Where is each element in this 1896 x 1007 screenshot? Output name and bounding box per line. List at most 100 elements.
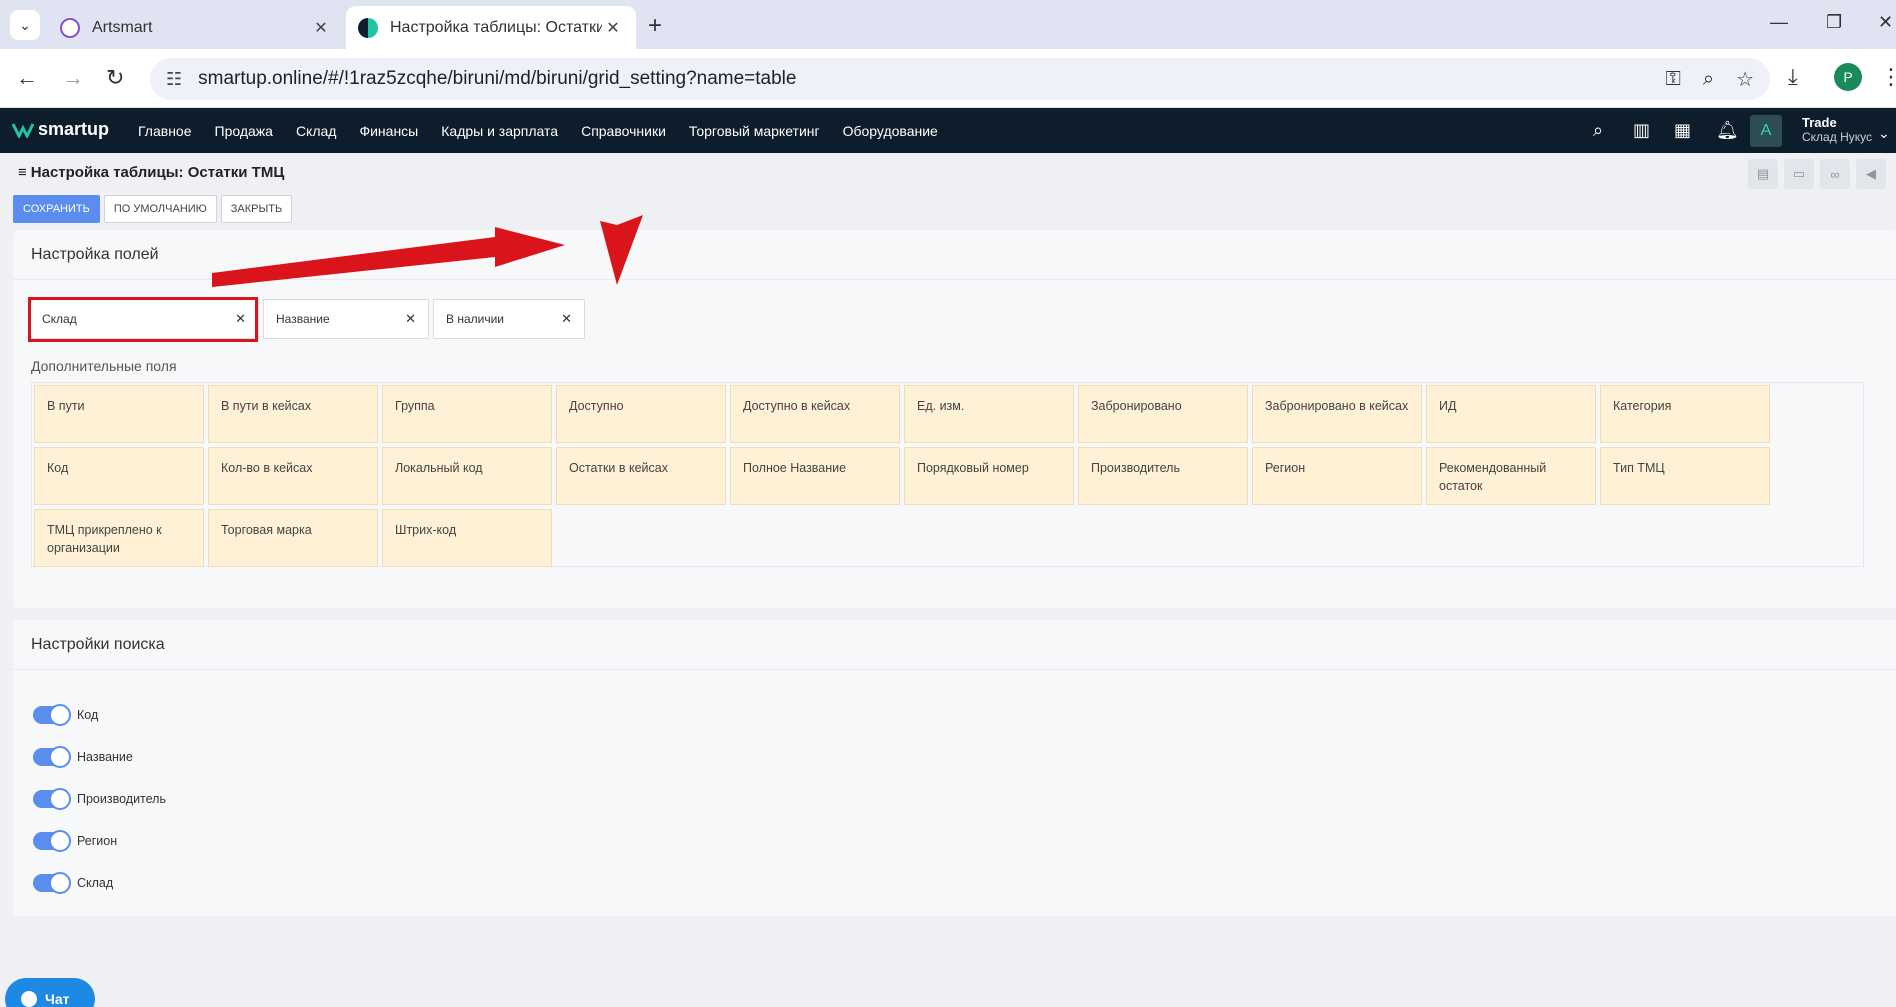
reload-icon[interactable]: ↻ — [106, 65, 124, 91]
extra-field-item[interactable]: ТМЦ прикреплено к организации — [34, 509, 204, 567]
chat-label: Чат — [45, 991, 70, 1007]
hamburger-icon[interactable]: ≡ — [18, 164, 27, 181]
app-top-nav: smartup Главное Продажа Склад Финансы Ка… — [0, 108, 1896, 153]
restore-window-icon[interactable]: ❐ — [1826, 12, 1842, 33]
toggle-switch[interactable] — [33, 704, 71, 726]
browser-tab-artsmart[interactable]: Artsmart ✕ — [48, 6, 344, 49]
toggle-label: Производитель — [77, 792, 166, 806]
search-icon[interactable]: ⌕ — [1593, 120, 1603, 141]
extra-field-item[interactable]: Кол-во в кейсах — [208, 447, 378, 505]
menu-item-trade-marketing[interactable]: Торговый маркетинг — [689, 123, 820, 139]
extra-field-item[interactable]: Остатки в кейсах — [556, 447, 726, 505]
save-button[interactable]: Сохранить — [13, 195, 100, 223]
extra-field-item[interactable]: Доступно в кейсах — [730, 385, 900, 443]
user-avatar[interactable]: A — [1750, 115, 1782, 147]
apps-grid-icon[interactable]: ▦ — [1674, 120, 1691, 141]
extra-field-item[interactable]: Порядковый номер — [904, 447, 1074, 505]
user-switcher[interactable]: Trade Склад Нукус ⌄ — [1802, 115, 1890, 144]
calendar-icon[interactable]: ▤ — [1748, 159, 1778, 189]
search-toggle-row: Код — [33, 694, 166, 736]
toggle-switch[interactable] — [33, 830, 71, 852]
menu-item-hr[interactable]: Кадры и зарплата — [441, 123, 558, 139]
extra-field-item[interactable]: Забронировано в кейсах — [1252, 385, 1422, 443]
toggle-switch[interactable] — [33, 788, 71, 810]
chat-bubbles-icon[interactable]: ▭ — [1784, 159, 1814, 189]
browser-menu-icon[interactable]: ⋮ — [1880, 64, 1896, 90]
chat-button[interactable]: Чат — [5, 978, 95, 1007]
browser-address-bar: ← → ↻ ☷ smartup.online/#/!1raz5zcqhe/bir… — [0, 49, 1896, 108]
artsmart-favicon-icon — [60, 17, 80, 38]
extra-field-item[interactable]: Локальный код — [382, 447, 552, 505]
barcode-icon[interactable]: ▥ — [1633, 120, 1650, 141]
search-toggle-row: Производитель — [33, 778, 166, 820]
selected-field-chip[interactable]: В наличии ✕ — [433, 299, 585, 339]
annotation-arrow-icon — [212, 215, 643, 287]
search-panel-title: Настройки поиска — [13, 620, 1896, 670]
smartup-logo[interactable]: smartup — [12, 119, 109, 140]
download-icon[interactable]: ⤓ — [1788, 64, 1798, 90]
forward-arrow-icon[interactable]: → — [62, 65, 84, 91]
browser-tab-grid-settings[interactable]: Настройка таблицы: Остатки Т ✕ — [346, 6, 636, 49]
extra-field-item[interactable]: Производитель — [1078, 447, 1248, 505]
minimize-window-icon[interactable]: — — [1770, 12, 1788, 33]
extra-field-item[interactable]: Доступно — [556, 385, 726, 443]
extra-field-item[interactable]: Группа — [382, 385, 552, 443]
annotation-highlight-box — [28, 297, 258, 342]
extra-fields-grid: В пути В пути в кейсах Группа Доступно Досту… — [31, 382, 1864, 567]
extra-field-item[interactable]: Забронировано — [1078, 385, 1248, 443]
close-tab-icon[interactable]: ✕ — [602, 18, 624, 38]
zoom-icon[interactable]: ⌕ — [1703, 68, 1714, 91]
extra-field-item[interactable]: Полное Название — [730, 447, 900, 505]
menu-item-references[interactable]: Справочники — [581, 123, 666, 139]
toggle-switch[interactable] — [33, 746, 71, 768]
menu-item-equipment[interactable]: Оборудование — [843, 123, 938, 139]
back-arrow-icon[interactable]: ← — [16, 65, 38, 91]
toggle-knob — [49, 830, 71, 852]
page-title: ≡ Настройка таблицы: Остатки ТМЦ — [18, 164, 284, 181]
extra-field-item[interactable]: В пути в кейсах — [208, 385, 378, 443]
extra-field-item[interactable]: Штрих-код — [382, 509, 552, 567]
toggle-switch[interactable] — [33, 872, 71, 894]
menu-item-finance[interactable]: Финансы — [359, 123, 418, 139]
new-tab-plus-icon[interactable]: + — [648, 12, 662, 40]
close-tab-icon[interactable]: ✕ — [310, 18, 332, 38]
site-info-icon[interactable]: ☷ — [166, 69, 182, 90]
extra-field-item[interactable]: Тип ТМЦ — [1600, 447, 1770, 505]
extra-fields-label: Дополнительные поля — [31, 358, 177, 374]
toggle-label: Регион — [77, 834, 118, 848]
menu-item-home[interactable]: Главное — [138, 123, 192, 139]
toggle-knob — [49, 788, 71, 810]
menu-item-sales[interactable]: Продажа — [215, 123, 273, 139]
bookmark-star-icon[interactable]: ☆ — [1736, 67, 1754, 92]
tab-search-chevron-icon[interactable]: ⌄ — [10, 10, 40, 40]
extra-field-item[interactable]: Ед. изм. — [904, 385, 1074, 443]
profile-avatar[interactable]: P — [1834, 63, 1862, 91]
search-toggle-row: Регион — [33, 820, 166, 862]
search-toggle-row: Название — [33, 736, 166, 778]
password-key-icon[interactable]: ⚿ — [1666, 68, 1681, 91]
toggle-label: Код — [77, 708, 99, 722]
extra-field-item[interactable]: Регион — [1252, 447, 1422, 505]
url-text[interactable]: smartup.online/#/!1raz5zcqhe/biruni/md/b… — [198, 68, 1643, 90]
bell-icon[interactable]: 🔔︎ — [1716, 120, 1739, 141]
extra-field-item[interactable]: Код — [34, 447, 204, 505]
extra-field-item[interactable]: В пути — [34, 385, 204, 443]
close-window-icon[interactable]: ✕ — [1878, 12, 1893, 33]
extra-field-item[interactable]: Категория — [1600, 385, 1770, 443]
search-toggle-row: Склад — [33, 862, 166, 904]
search-settings-panel: Настройки поиска Код Название Производител… — [13, 620, 1896, 916]
logo-text: smartup — [38, 119, 110, 139]
extra-field-item[interactable]: Торговая марка — [208, 509, 378, 567]
glasses-icon[interactable]: ∞ — [1820, 159, 1850, 189]
extra-field-item[interactable]: ИД — [1426, 385, 1596, 443]
extra-field-item[interactable]: Рекомендованный остаток — [1426, 447, 1596, 505]
remove-field-icon[interactable]: ✕ — [405, 311, 416, 327]
smartup-favicon-icon — [358, 17, 378, 38]
menu-item-warehouse[interactable]: Склад — [296, 123, 337, 139]
url-omnibox[interactable]: ☷ smartup.online/#/!1raz5zcqhe/biruni/md… — [150, 58, 1770, 100]
default-button[interactable]: По умолчанию — [103, 195, 217, 223]
selected-field-chip[interactable]: Название ✕ — [263, 299, 429, 339]
remove-field-icon[interactable]: ✕ — [561, 311, 572, 327]
toggle-knob — [49, 704, 71, 726]
megaphone-icon[interactable]: ◀ — [1856, 159, 1886, 189]
